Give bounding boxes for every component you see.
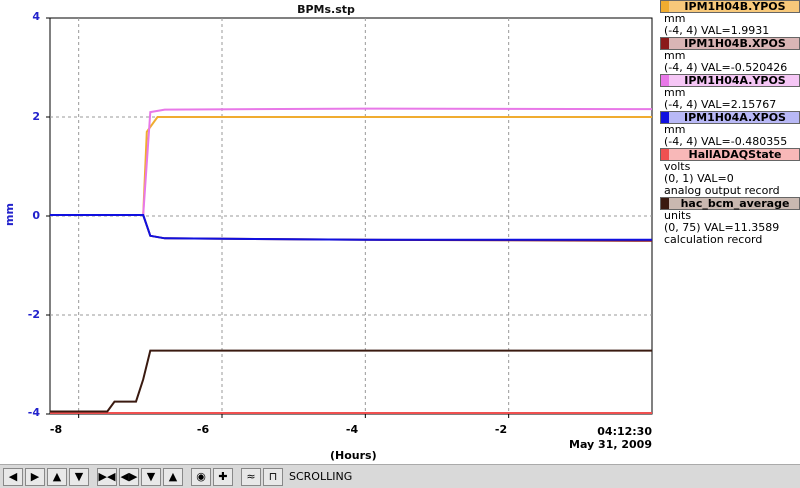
y-tick-label: 2 <box>32 110 40 123</box>
legend-record: calculation record <box>664 233 763 246</box>
time-label: 04:12:30 <box>597 425 652 438</box>
x-tick-label: -4 <box>345 423 359 436</box>
legend: IPM1H04B.YPOS mm (-4, 4) VAL=1.9931 IPM1… <box>660 0 800 246</box>
down-arrow-icon[interactable]: ▼ <box>69 467 89 486</box>
legend-entry[interactable]: IPM1H04B.YPOS mm (-4, 4) VAL=1.9931 <box>660 0 800 37</box>
series-line <box>50 116 652 216</box>
legend-value: (-4, 4) VAL=1.9931 <box>664 24 770 37</box>
legend-entry[interactable]: IPM1H04A.YPOS mm (-4, 4) VAL=2.15767 <box>660 74 800 111</box>
up-arrow-icon[interactable]: ▲ <box>47 467 67 486</box>
status-text: SCROLLING <box>289 470 353 483</box>
legend-entry[interactable]: HallADAQState volts (0, 1) VAL=0 analog … <box>660 148 800 197</box>
legend-entry[interactable]: hac_bcm_average units (0, 75) VAL=11.358… <box>660 197 800 246</box>
x-axis-label: (Hours) <box>330 449 377 462</box>
legend-name: IPM1H04A.YPOS <box>684 74 786 87</box>
x-tick-label: -6 <box>196 423 210 436</box>
x-tick-label: -8 <box>49 423 63 436</box>
stair-icon[interactable]: ⊓ <box>263 467 283 486</box>
auto-scale-icon[interactable]: ≈ <box>241 467 261 486</box>
zoom-out-horizontal-icon[interactable]: ◀▶ <box>119 467 139 486</box>
legend-entry[interactable]: IPM1H04A.XPOS mm (-4, 4) VAL=-0.480355 <box>660 111 800 148</box>
zoom-in-vertical-icon[interactable]: ▼ <box>141 467 161 486</box>
series-line <box>50 349 652 413</box>
series-line <box>50 107 653 216</box>
legend-name: IPM1H04B.XPOS <box>684 37 786 50</box>
legend-name: IPM1H04A.XPOS <box>684 111 786 124</box>
legend-record: analog output record <box>664 184 780 197</box>
legend-name: HallADAQState <box>688 148 782 161</box>
zoom-center-icon[interactable]: ◉ <box>191 467 211 486</box>
legend-name: IPM1H04B.YPOS <box>684 0 786 13</box>
toolbar: ◀ ▶ ▲ ▼ ▶◀ ◀▶ ▼ ▲ ◉ ✚ ≈ ⊓ SCROLLING <box>0 464 800 488</box>
time-stamp: 04:12:30 May 31, 2009 <box>569 425 652 451</box>
zoom-out-vertical-icon[interactable]: ▲ <box>163 467 183 486</box>
zoom-in-horizontal-icon[interactable]: ▶◀ <box>97 467 117 486</box>
left-arrow-icon[interactable]: ◀ <box>3 467 23 486</box>
series-line <box>50 214 652 241</box>
y-tick-label: 4 <box>32 10 40 23</box>
legend-value: (-4, 4) VAL=2.15767 <box>664 98 777 111</box>
y-tick-label: -2 <box>27 308 40 321</box>
y-tick-label: -4 <box>27 406 40 419</box>
x-tick-label: -2 <box>494 423 508 436</box>
legend-value: (-4, 4) VAL=-0.520426 <box>664 61 788 74</box>
series-line <box>50 214 653 242</box>
right-arrow-icon[interactable]: ▶ <box>25 467 45 486</box>
add-icon[interactable]: ✚ <box>213 467 233 486</box>
legend-value: (-4, 4) VAL=-0.480355 <box>664 135 788 148</box>
legend-name: hac_bcm_average <box>680 197 790 210</box>
date-label: May 31, 2009 <box>569 438 652 451</box>
legend-entry[interactable]: IPM1H04B.XPOS mm (-4, 4) VAL=-0.520426 <box>660 37 800 74</box>
y-tick-label: 0 <box>32 209 40 222</box>
chart-title: BPMs.stp <box>297 3 355 16</box>
